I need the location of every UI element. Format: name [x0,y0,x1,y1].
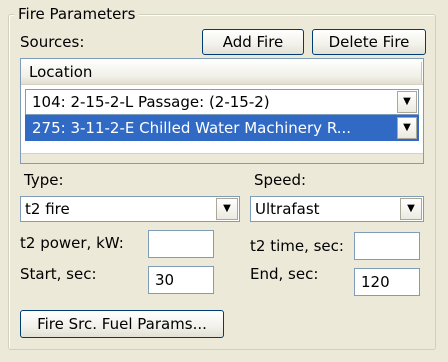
list-item-selected[interactable]: 275: 3-11-2-E Chilled Water Machinery R.… [25,115,419,141]
speed-label: Speed: [254,171,307,189]
t2-power-input[interactable] [148,230,214,258]
group-title: Fire Parameters [14,4,140,24]
type-value: t2 fire [25,200,70,218]
start-label: Start, sec: [20,265,97,283]
start-input[interactable]: 30 [148,266,214,294]
add-fire-button[interactable]: Add Fire [202,29,304,55]
chevron-down-icon[interactable]: ▼ [216,198,238,220]
sources-label: Sources: [20,33,85,51]
list-item-label: 275: 3-11-2-E Chilled Water Machinery R.… [32,119,352,137]
speed-value: Ultrafast [255,200,320,218]
list-item-label: 104: 2-15-2-L Passage: (2-15-2) [32,93,270,111]
t2-time-input[interactable] [354,232,420,260]
chevron-down-icon[interactable]: ▼ [397,117,417,139]
end-label: End, sec: [250,265,319,283]
t2-time-label: t2 time, sec: [250,237,344,255]
chevron-down-icon[interactable]: ▼ [400,198,422,220]
speed-select[interactable]: Ultrafast ▼ [250,196,424,222]
t2-power-label: t2 power, kW: [20,234,124,252]
end-input[interactable]: 120 [354,268,420,296]
column-header-label: Location [29,63,93,81]
column-header-location[interactable]: Location [21,59,423,85]
chevron-down-icon[interactable]: ▼ [397,91,417,113]
list-item[interactable]: 104: 2-15-2-L Passage: (2-15-2) ▼ [25,89,419,115]
list-footer [21,153,423,163]
fire-sources-list[interactable]: Location 104: 2-15-2-L Passage: (2-15-2)… [20,58,424,164]
delete-fire-button[interactable]: Delete Fire [312,29,426,55]
type-select[interactable]: t2 fire ▼ [20,196,240,222]
type-label: Type: [24,171,64,189]
fuel-params-button[interactable]: Fire Src. Fuel Params... [20,310,224,338]
column-separator[interactable] [421,62,423,82]
